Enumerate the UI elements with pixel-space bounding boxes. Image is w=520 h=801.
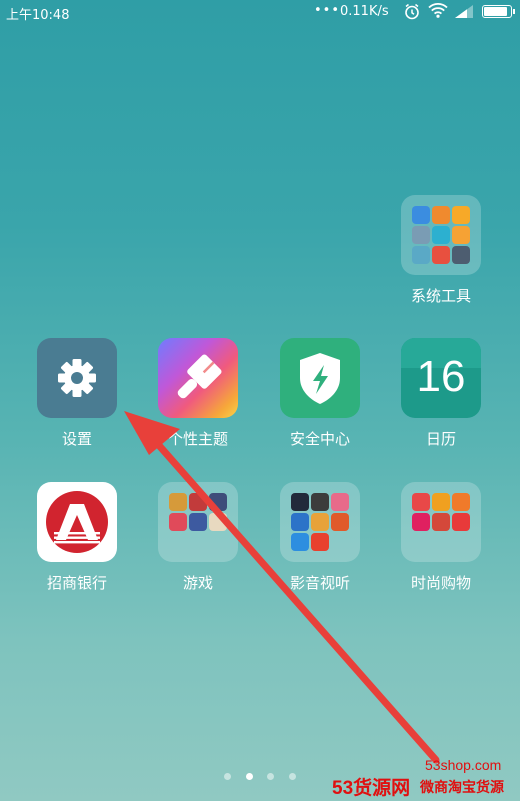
folder-app-icon <box>291 533 309 551</box>
folder-shopping[interactable]: 时尚购物 <box>391 482 491 593</box>
folder-app-icon <box>432 226 450 244</box>
folder-app-icon <box>412 226 430 244</box>
paintbrush-icon <box>158 338 238 418</box>
watermark-url: 53shop.com <box>425 757 502 773</box>
folder-app-icon <box>432 493 450 511</box>
system-tools-folder-icon <box>401 195 481 275</box>
folder-app-icon <box>311 513 329 531</box>
folder-app-icon <box>169 513 187 531</box>
calendar-icon: 16 <box>401 338 481 418</box>
signal-icon <box>454 4 474 22</box>
shopping-folder-icon <box>401 482 481 562</box>
folder-app-icon <box>412 493 430 511</box>
gear-icon <box>37 338 117 418</box>
watermark-brand: 53货源网 <box>332 778 411 799</box>
folder-app-icon <box>452 206 470 224</box>
app-cmb-bank[interactable]: 招商银行 <box>27 482 127 593</box>
notification-dots-icon: ••• <box>314 3 341 18</box>
alarm-icon <box>404 3 420 24</box>
folder-app-icon <box>432 246 450 264</box>
status-bar: 上午10:48 ••• 0.11K/s <box>0 0 520 24</box>
app-label: 安全中心 <box>289 430 350 448</box>
page-indicator[interactable] <box>224 773 296 780</box>
folder-app-icon <box>412 206 430 224</box>
app-themes[interactable]: 个性主题 <box>148 338 248 449</box>
app-label: 个性主题 <box>167 430 228 448</box>
folder-app-icon <box>189 493 207 511</box>
shield-icon <box>280 338 360 418</box>
video-folder-icon <box>280 482 360 562</box>
battery-fill <box>484 7 507 16</box>
folder-preview-grid <box>169 493 227 531</box>
folder-app-icon <box>169 493 187 511</box>
app-calendar[interactable]: 16 日历 <box>391 338 491 449</box>
app-label: 系统工具 <box>410 287 471 305</box>
page-dot[interactable] <box>267 773 275 780</box>
folder-app-icon <box>412 246 430 264</box>
app-label: 招商银行 <box>46 574 107 592</box>
games-folder-icon <box>158 482 238 562</box>
app-label: 日历 <box>425 430 456 448</box>
app-label: 设置 <box>61 430 92 448</box>
folder-app-icon <box>452 246 470 264</box>
folder-preview-grid <box>291 493 349 551</box>
page-dot[interactable] <box>224 773 231 780</box>
app-label: 时尚购物 <box>410 574 471 592</box>
watermark-subtitle: 微商淘宝货源 <box>420 780 504 796</box>
folder-app-icon <box>412 513 430 531</box>
wifi-icon <box>428 2 448 22</box>
folder-system-tools[interactable]: 系统工具 <box>391 195 491 306</box>
folder-app-icon <box>331 493 349 511</box>
cmb-bank-logo-icon <box>37 482 117 562</box>
folder-app-icon <box>291 513 309 531</box>
app-label: 游戏 <box>182 574 213 592</box>
folder-app-icon <box>311 533 329 551</box>
folder-preview-grid <box>412 206 470 264</box>
app-label: 影音视听 <box>289 574 350 592</box>
folder-app-icon <box>452 513 470 531</box>
app-security-center[interactable]: 安全中心 <box>270 338 370 449</box>
folder-app-icon <box>452 493 470 511</box>
folder-games[interactable]: 游戏 <box>148 482 248 593</box>
folder-video[interactable]: 影音视听 <box>270 482 370 593</box>
folder-app-icon <box>432 206 450 224</box>
app-settings[interactable]: 设置 <box>27 338 127 449</box>
network-speed: 0.11K/s <box>340 4 389 19</box>
folder-app-icon <box>189 513 207 531</box>
status-time: 上午10:48 <box>6 8 70 23</box>
folder-preview-grid <box>412 493 470 531</box>
folder-app-icon <box>209 493 227 511</box>
folder-app-icon <box>432 513 450 531</box>
folder-app-icon <box>452 226 470 244</box>
folder-app-icon <box>209 513 227 531</box>
folder-app-icon <box>331 513 349 531</box>
folder-app-icon <box>311 493 329 511</box>
page-dot[interactable] <box>288 773 296 780</box>
battery-icon <box>482 5 515 18</box>
folder-app-icon <box>291 493 309 511</box>
page-dot[interactable] <box>245 773 253 780</box>
calendar-day: 16 <box>416 352 466 401</box>
